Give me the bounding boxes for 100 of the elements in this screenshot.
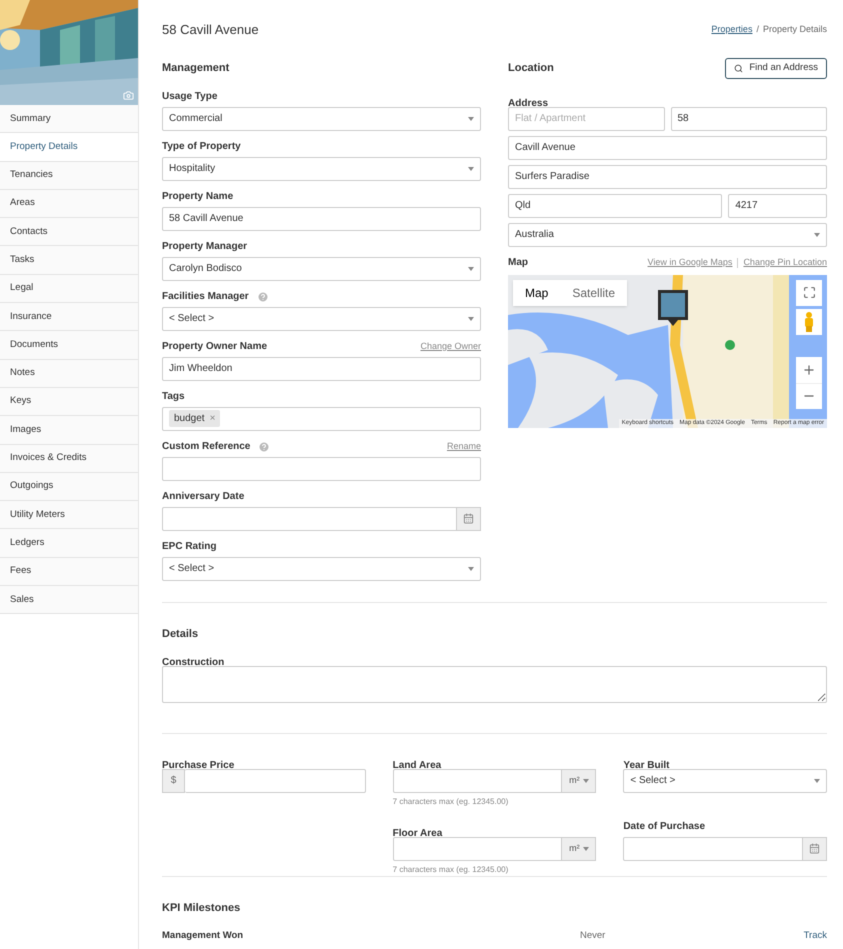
- field-label: Construction: [162, 656, 224, 668]
- camera-icon[interactable]: [123, 90, 134, 101]
- country-select[interactable]: Australia: [508, 222, 827, 246]
- section-title: Location: [508, 61, 554, 76]
- field-label: Address: [508, 98, 548, 108]
- breadcrumb-separator: /: [756, 23, 759, 36]
- sidebar-item[interactable]: Utility Meters: [0, 501, 138, 530]
- flat-field[interactable]: Flat / Apartment: [508, 106, 664, 130]
- person-figure-icon: [804, 312, 814, 332]
- sidebar-item[interactable]: Notes: [0, 360, 138, 388]
- sidebar-item[interactable]: Contacts: [0, 218, 138, 246]
- calendar-button[interactable]: [457, 506, 481, 530]
- date-field[interactable]: [162, 506, 457, 530]
- text-field[interactable]: Jim Wheeldon: [162, 356, 481, 380]
- field-label: Year Built: [623, 760, 670, 770]
- date-field[interactable]: [623, 836, 803, 860]
- sidebar-item[interactable]: Outgoings: [0, 472, 138, 502]
- text-field[interactable]: 58 Cavill Avenue: [162, 206, 481, 230]
- purchase-price-field[interactable]: [185, 768, 366, 792]
- sidebar-item[interactable]: Ledgers: [0, 529, 138, 558]
- section-title: Management: [162, 61, 230, 76]
- caret-icon: [582, 778, 589, 782]
- select-field[interactable]: Commercial: [162, 106, 481, 130]
- field-link[interactable]: Change Owner: [420, 340, 481, 354]
- sidebar-item[interactable]: Insurance: [0, 303, 138, 332]
- field-hint: 7 characters max (eg. 12345.00): [392, 796, 510, 808]
- sidebar-item[interactable]: Documents: [0, 331, 138, 360]
- construction-field[interactable]: [162, 666, 827, 702]
- sidebar-item[interactable]: Images: [0, 416, 138, 445]
- caret-icon: [814, 778, 820, 782]
- select-field[interactable]: Carolyn Bodisco: [162, 256, 481, 280]
- street-view-button[interactable]: [796, 308, 822, 334]
- track-link[interactable]: Track: [804, 928, 827, 943]
- street-number-field[interactable]: 58: [670, 106, 827, 130]
- map-type-tab[interactable]: Satellite: [560, 280, 628, 306]
- field-label: Tags: [162, 390, 185, 404]
- field-label: Anniversary Date: [162, 490, 244, 504]
- caret-icon: [582, 846, 589, 850]
- page-title: 58 Cavill Avenue: [162, 21, 259, 39]
- unit-select[interactable]: m²: [562, 768, 596, 792]
- sidebar-item[interactable]: Fees: [0, 558, 138, 586]
- calendar-icon: [809, 843, 820, 854]
- caret-icon: [468, 166, 474, 170]
- unit-select[interactable]: m²: [562, 836, 596, 860]
- postcode-field[interactable]: 4217: [728, 194, 827, 218]
- tags-field[interactable]: budget ×: [162, 406, 481, 430]
- sidebar-item[interactable]: Areas: [0, 190, 138, 218]
- calendar-icon: [463, 513, 474, 524]
- field-label: Purchase Price: [162, 760, 234, 770]
- fullscreen-icon: [802, 286, 816, 299]
- street-field[interactable]: Cavill Avenue: [508, 136, 827, 160]
- currency-prefix: $: [162, 768, 185, 792]
- select-field[interactable]: < Select >: [623, 768, 827, 792]
- map-type-tab[interactable]: Map: [513, 280, 560, 306]
- section-title: KPI Milestones: [162, 902, 240, 914]
- select-field[interactable]: < Select >: [162, 556, 481, 580]
- field-label: Property Manager: [162, 240, 248, 254]
- sidebar-item[interactable]: Legal: [0, 274, 138, 304]
- find-address-button[interactable]: Find an Address: [725, 58, 827, 79]
- field-label: Type of Property: [162, 140, 241, 154]
- map-link[interactable]: Change Pin Location: [743, 256, 827, 270]
- area-field[interactable]: [392, 768, 562, 792]
- field-label: Usage Type: [162, 90, 218, 104]
- sidebar-item[interactable]: Keys: [0, 388, 138, 416]
- suburb-field[interactable]: Surfers Paradise: [508, 164, 827, 188]
- plus-icon: [802, 362, 816, 376]
- map-link[interactable]: View in Google Maps: [648, 256, 732, 270]
- select-field[interactable]: Hospitality: [162, 156, 481, 180]
- select-field[interactable]: < Select >: [162, 306, 481, 330]
- breadcrumb-current: Property Details: [762, 23, 827, 36]
- caret-icon: [814, 232, 820, 236]
- sidebar-item[interactable]: Invoices & Credits: [0, 444, 138, 473]
- fullscreen-button[interactable]: [796, 280, 822, 306]
- field-link[interactable]: Rename: [446, 440, 481, 454]
- field-label: Property Name: [162, 190, 234, 204]
- sidebar-item[interactable]: Summary: [0, 105, 138, 134]
- caret-icon: [468, 316, 474, 320]
- sidebar-item[interactable]: Tasks: [0, 246, 138, 275]
- help-icon[interactable]: [258, 440, 270, 452]
- area-field[interactable]: [392, 836, 562, 860]
- section-title: Details: [162, 628, 198, 640]
- caret-icon: [468, 116, 474, 120]
- field-label: Land Area: [392, 760, 442, 770]
- field-label: Property Owner Name: [162, 340, 268, 354]
- sidebar-item[interactable]: Tenancies: [0, 162, 138, 190]
- breadcrumb-link[interactable]: Properties: [711, 23, 752, 36]
- field-label: EPC Rating: [162, 540, 216, 554]
- field-hint: 7 characters max (eg. 12345.00): [392, 864, 510, 876]
- text-field[interactable]: [162, 456, 481, 480]
- help-icon[interactable]: [256, 290, 269, 302]
- state-field[interactable]: Qld: [508, 194, 722, 218]
- search-icon: [734, 64, 744, 73]
- milestone-label: Management Won: [162, 928, 244, 942]
- field-label: Map: [508, 256, 528, 270]
- field-label: Custom Reference: [162, 440, 250, 454]
- caret-icon: [468, 266, 474, 270]
- field-label: Date of Purchase: [623, 820, 706, 834]
- sidebar-item[interactable]: Sales: [0, 586, 138, 614]
- calendar-button[interactable]: [803, 836, 827, 860]
- tag-chip: budget ×: [169, 410, 220, 427]
